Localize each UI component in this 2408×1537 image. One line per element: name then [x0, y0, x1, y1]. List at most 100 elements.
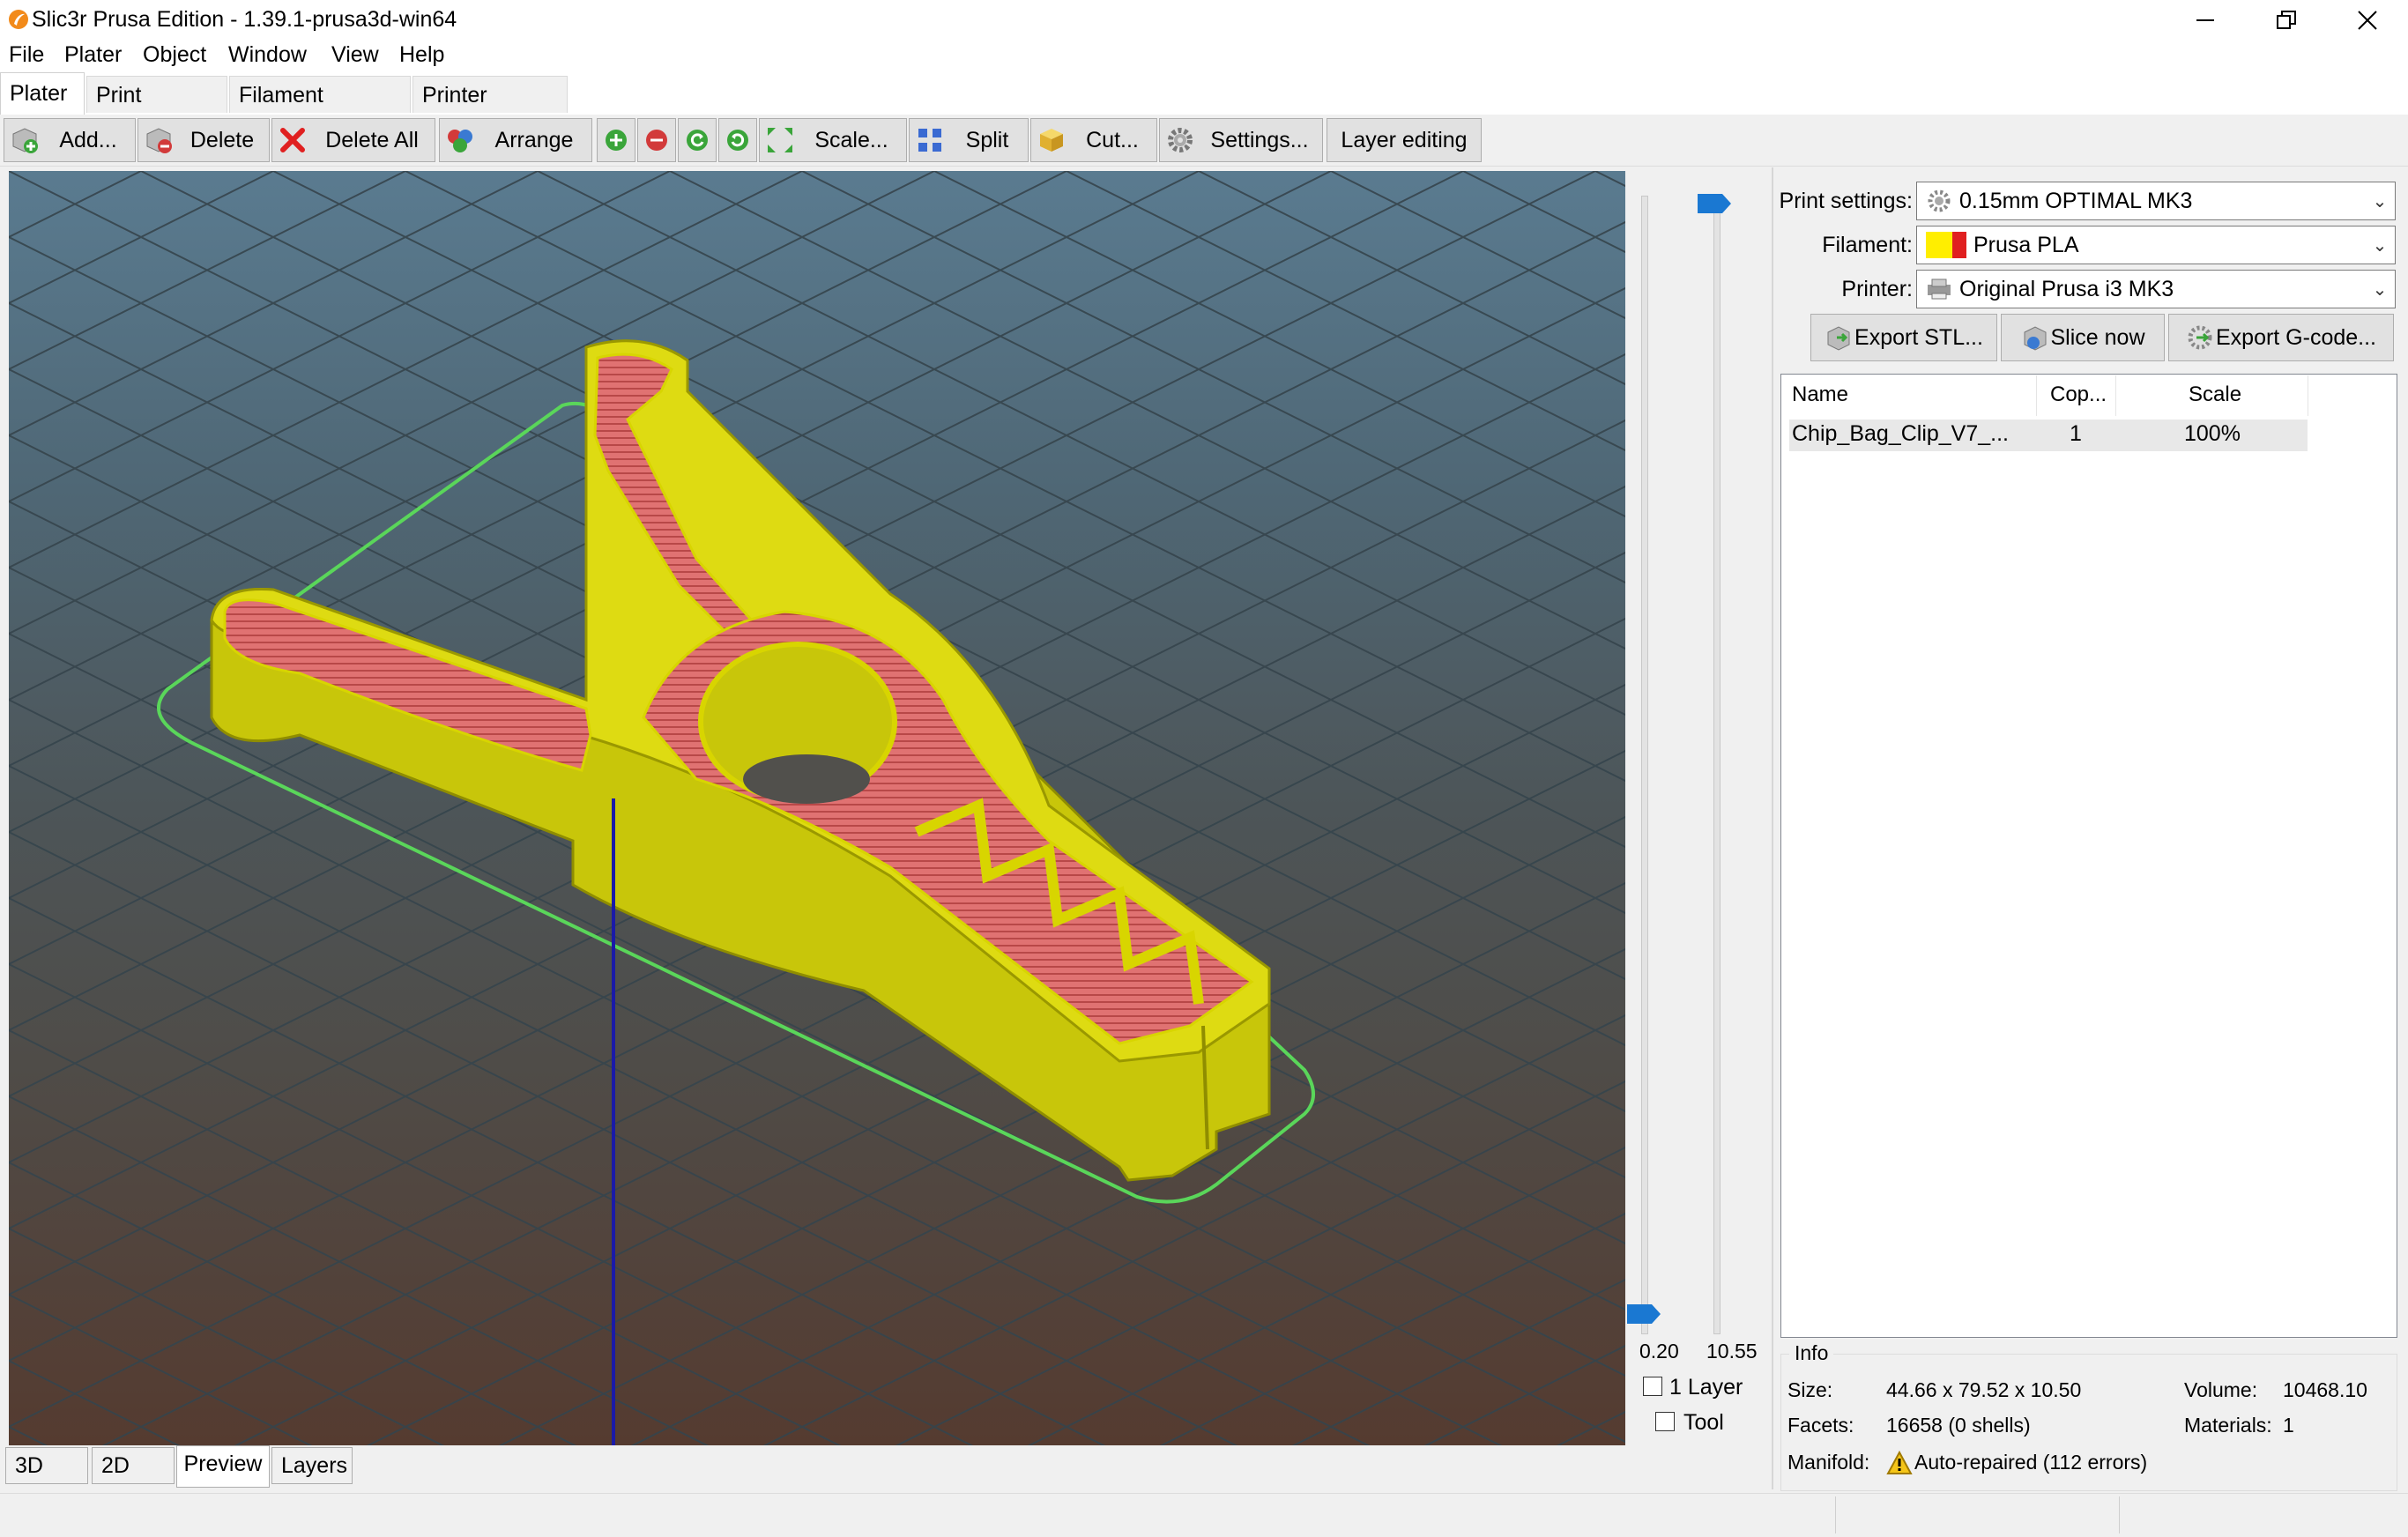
tab-2d[interactable]: 2D: [92, 1447, 175, 1484]
menu-file[interactable]: File: [9, 42, 44, 68]
lower-slider-track[interactable]: [1641, 196, 1648, 1334]
printer-value: Original Prusa i3 MK3: [1959, 276, 2174, 301]
chevron-down-icon: ⌄: [2372, 235, 2388, 256]
materials-value: 1: [2283, 1414, 2294, 1437]
tool-checkbox[interactable]: [1655, 1412, 1675, 1431]
tab-print-settings[interactable]: Print Settings: [86, 76, 227, 145]
increase-copies-button[interactable]: [597, 118, 635, 162]
menu-plater[interactable]: Plater: [64, 42, 122, 68]
scale-icon: [768, 128, 792, 152]
cut-button[interactable]: Cut...: [1030, 118, 1157, 162]
chevron-down-icon: ⌄: [2372, 279, 2388, 300]
object-copies: 1: [2070, 421, 2082, 446]
3d-preview-viewport[interactable]: [9, 171, 1625, 1445]
slice-icon: [2024, 326, 2046, 351]
print-settings-value: 0.15mm OPTIMAL MK3: [1959, 188, 2193, 213]
column-header-scale[interactable]: Scale: [2189, 382, 2241, 407]
settings-button[interactable]: Settings...: [1159, 118, 1323, 162]
cut-label: Cut...: [1086, 127, 1139, 152]
rotate-ccw-button[interactable]: [678, 118, 717, 162]
tab-3d[interactable]: 3D: [5, 1447, 88, 1484]
info-heading: Info: [1789, 1341, 1834, 1365]
tab-plater[interactable]: Plater: [0, 72, 85, 115]
lower-slider-handle[interactable]: [1627, 1304, 1661, 1324]
add-icon: [12, 128, 38, 153]
gear-icon: [1168, 128, 1193, 152]
add-label: Add...: [59, 127, 117, 152]
export-gcode-icon: [2188, 325, 2212, 350]
add-button[interactable]: Add...: [4, 118, 136, 162]
restore-icon: [2277, 11, 2296, 29]
delete-all-icon: [280, 128, 305, 152]
layer-editing-button[interactable]: Layer editing: [1327, 118, 1482, 162]
printer-label: Printer:: [1841, 277, 1913, 301]
tool-label: Tool: [1683, 1410, 1724, 1435]
settings-label: Settings...: [1210, 127, 1309, 152]
tab-printer-settings[interactable]: Printer Settings: [412, 76, 568, 145]
column-header-name[interactable]: Name: [1792, 382, 1848, 407]
chevron-down-icon: ⌄: [2372, 191, 2388, 212]
object-name: Chip_Bag_Clip_V7_...: [1792, 421, 2009, 446]
decrease-copies-button[interactable]: [637, 118, 676, 162]
delete-button[interactable]: Delete: [137, 118, 270, 162]
status-divider: [2119, 1496, 2120, 1533]
minimize-button[interactable]: [2165, 0, 2246, 41]
rotate-left-icon: [687, 130, 708, 151]
facets-value: 16658 (0 shells): [1886, 1414, 2031, 1437]
export-gcode-label: Export G-code...: [2215, 324, 2377, 350]
preview-canvas: [9, 171, 1625, 1445]
materials-label: Materials:: [2184, 1414, 2272, 1437]
scale-label: Scale...: [814, 127, 888, 152]
menu-window[interactable]: Window: [228, 42, 307, 68]
object-list[interactable]: [1780, 374, 2397, 1338]
rotate-cw-button[interactable]: [718, 118, 757, 162]
one-layer-label: 1 Layer: [1669, 1375, 1743, 1400]
size-value: 44.66 x 79.52 x 10.50: [1886, 1378, 2082, 1401]
slice-now-label: Slice now: [2050, 324, 2145, 350]
slice-now-button[interactable]: Slice now: [2001, 314, 2165, 361]
layer-slider-panel: [1627, 171, 1768, 1445]
close-icon: [2358, 11, 2377, 30]
export-stl-icon: [1827, 326, 1850, 351]
export-stl-button[interactable]: Export STL...: [1810, 314, 1997, 361]
minus-circle-icon: [646, 130, 667, 151]
export-stl-label: Export STL...: [1854, 324, 1983, 350]
volume-label: Volume:: [2184, 1378, 2258, 1401]
arrange-icon: [448, 130, 472, 152]
rotate-right-icon: [727, 130, 748, 151]
arrange-label: Arrange: [494, 127, 574, 152]
status-divider: [1835, 1496, 1836, 1533]
upper-slider-handle[interactable]: [1698, 194, 1731, 213]
menu-help[interactable]: Help: [399, 42, 444, 68]
warning-icon: [1886, 1450, 1913, 1475]
facets-label: Facets:: [1787, 1414, 1854, 1437]
delete-label: Delete: [190, 127, 255, 152]
filament-color-swatch-icon: [1926, 232, 1966, 258]
split-label: Split: [965, 127, 1009, 152]
filament-dropdown[interactable]: Prusa PLA ⌄: [1916, 226, 2396, 264]
restore-button[interactable]: [2246, 0, 2327, 41]
tab-filament-settings[interactable]: Filament Settings: [229, 76, 411, 145]
tab-layers[interactable]: Layers: [271, 1447, 353, 1484]
upper-slider-track[interactable]: [1713, 196, 1721, 1334]
close-button[interactable]: [2327, 0, 2408, 41]
column-header-copies[interactable]: Cop...: [2050, 382, 2107, 407]
manifold-value: Auto-repaired (112 errors): [1914, 1451, 2148, 1474]
manifold-label: Manifold:: [1787, 1451, 1870, 1474]
tab-preview[interactable]: Preview: [176, 1445, 270, 1488]
scale-button[interactable]: Scale...: [759, 118, 907, 162]
print-settings-dropdown[interactable]: 0.15mm OPTIMAL MK3 ⌄: [1916, 182, 2396, 220]
split-icon: [918, 129, 941, 152]
split-button[interactable]: Split: [909, 118, 1029, 162]
one-layer-checkbox[interactable]: [1643, 1377, 1662, 1396]
printer-dropdown[interactable]: Original Prusa i3 MK3 ⌄: [1916, 270, 2396, 308]
object-scale: 100%: [2184, 421, 2241, 446]
column-divider: [2036, 375, 2037, 416]
minimize-icon: [2196, 19, 2214, 21]
arrange-button[interactable]: Arrange: [439, 118, 592, 162]
export-gcode-button[interactable]: Export G-code...: [2168, 314, 2394, 361]
status-bar: [0, 1493, 2408, 1537]
menu-object[interactable]: Object: [143, 42, 206, 68]
delete-all-button[interactable]: Delete All: [271, 118, 435, 162]
menu-view[interactable]: View: [331, 42, 379, 68]
